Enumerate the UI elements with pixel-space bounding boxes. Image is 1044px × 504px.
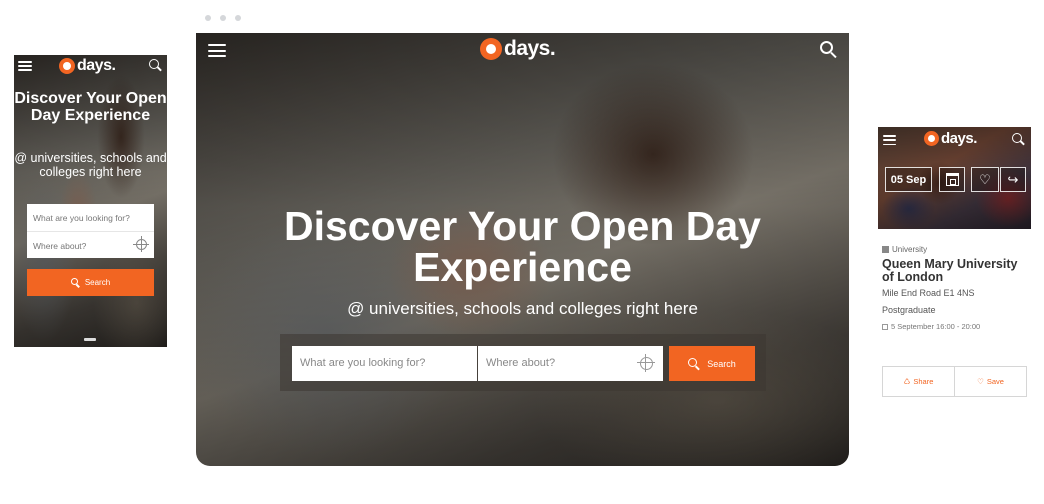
search-icon[interactable]	[1012, 133, 1025, 146]
logo-ring-icon	[480, 38, 502, 60]
search-icon[interactable]	[820, 41, 838, 59]
search-icon	[688, 357, 701, 370]
logo-text: days.	[941, 130, 977, 147]
card-actions: ♺ Share ♡ Save	[882, 366, 1027, 397]
menu-icon[interactable]	[208, 44, 226, 57]
where-placeholder: Where about?	[33, 241, 87, 251]
logo[interactable]: days.	[480, 37, 556, 61]
where-input[interactable]: Where about?	[27, 231, 154, 258]
logo-ring-icon	[924, 131, 939, 146]
page-title: Discover Your Open Day Experience	[14, 90, 167, 124]
favourite-button[interactable]: ♡	[971, 167, 999, 192]
event-image: days. 05 Sep ♡ ↪	[878, 127, 1031, 229]
event-time: 5 September 16:00 - 20:00	[882, 322, 980, 331]
share-button[interactable]: ♺ Share	[883, 367, 954, 396]
event-time-label: 5 September 16:00 - 20:00	[891, 322, 981, 331]
share-icon: ♺	[903, 377, 911, 386]
menu-icon[interactable]	[883, 135, 896, 145]
mobile-preview: days. Discover Your Open Day Experience …	[14, 55, 167, 347]
institution-type: University	[882, 245, 927, 254]
study-level: Postgraduate	[882, 305, 936, 315]
heart-icon: ♡	[979, 172, 991, 187]
page-title-line: Experience	[413, 244, 632, 290]
page-subtitle: @ universities, schools and colleges rig…	[14, 151, 167, 179]
window-dot	[220, 15, 226, 21]
window-controls	[205, 15, 241, 21]
what-input[interactable]: What are you looking for?	[292, 346, 477, 381]
add-to-calendar-button[interactable]	[939, 167, 965, 192]
search-button[interactable]: Search	[27, 269, 154, 296]
page-title: Discover Your Open Day Experience	[196, 206, 849, 288]
where-placeholder: Where about?	[486, 357, 556, 369]
desktop-preview: days. Discover Your Open Day Experience …	[196, 33, 849, 466]
locate-icon[interactable]	[637, 354, 655, 372]
what-input[interactable]: What are you looking for?	[27, 204, 154, 231]
home-indicator	[84, 338, 96, 341]
search-button-label: Search	[707, 358, 736, 369]
page-subtitle: @ universities, schools and colleges rig…	[347, 299, 698, 318]
institution-type-label: University	[892, 245, 928, 254]
calendar-icon	[882, 323, 888, 330]
share-arrow-icon: ↪	[1007, 172, 1019, 187]
event-card[interactable]: days. 05 Sep ♡ ↪ University Queen Mary U…	[878, 127, 1031, 397]
search-button[interactable]: Search	[669, 346, 755, 381]
where-input[interactable]: Where about?	[478, 346, 663, 381]
building-icon	[882, 246, 889, 253]
locate-icon[interactable]	[133, 236, 149, 252]
logo-text: days.	[504, 37, 556, 60]
window-dot	[235, 15, 241, 21]
page-title-line: Discover Your Open Day	[284, 203, 761, 249]
event-address: Mile End Road E1 4NS	[882, 288, 975, 298]
share-icon-button[interactable]: ↪	[1000, 167, 1026, 192]
search-icon	[70, 278, 80, 288]
share-button-label: Share	[913, 377, 934, 386]
event-date-badge: 05 Sep	[885, 167, 932, 192]
save-button-label: Save	[986, 377, 1004, 386]
search-button-label: Search	[84, 278, 111, 287]
mobile-header	[14, 55, 167, 77]
logo[interactable]: days.	[924, 130, 977, 147]
calendar-icon	[945, 173, 959, 186]
save-button[interactable]: ♡ Save	[954, 367, 1026, 396]
window-dot	[205, 15, 211, 21]
institution-name[interactable]: Queen Mary University of London	[882, 258, 1032, 284]
heart-icon: ♡	[977, 377, 984, 386]
